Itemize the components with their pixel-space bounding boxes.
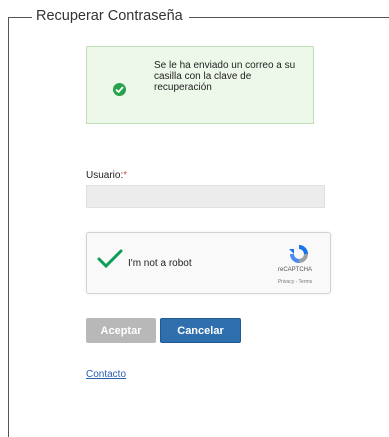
accept-button[interactable]: Aceptar bbox=[86, 318, 156, 343]
success-alert: Se le ha enviado un correo a su casilla … bbox=[86, 46, 314, 124]
cancel-button[interactable]: Cancelar bbox=[160, 318, 241, 343]
checkmark-icon[interactable] bbox=[97, 249, 123, 274]
user-label: Usuario:* bbox=[86, 170, 127, 181]
alert-message: Se le ha enviado un correo a su casilla … bbox=[154, 60, 296, 93]
contact-link[interactable]: Contacto bbox=[86, 369, 126, 380]
check-circle-icon bbox=[113, 83, 126, 96]
recaptcha-logo-icon bbox=[287, 243, 311, 270]
required-mark: * bbox=[123, 170, 128, 181]
recaptcha-links[interactable]: Privacy - Terms bbox=[273, 279, 317, 285]
user-input[interactable] bbox=[86, 185, 325, 208]
captcha-label: I'm not a robot bbox=[128, 258, 192, 269]
user-label-text: Usuario: bbox=[86, 170, 124, 181]
recaptcha-widget[interactable]: I'm not a robot reCAPTCHA Privacy - Term… bbox=[86, 232, 331, 294]
recaptcha-brand: reCAPTCHA bbox=[277, 267, 312, 273]
form-title: Recuperar Contraseña bbox=[32, 8, 189, 24]
